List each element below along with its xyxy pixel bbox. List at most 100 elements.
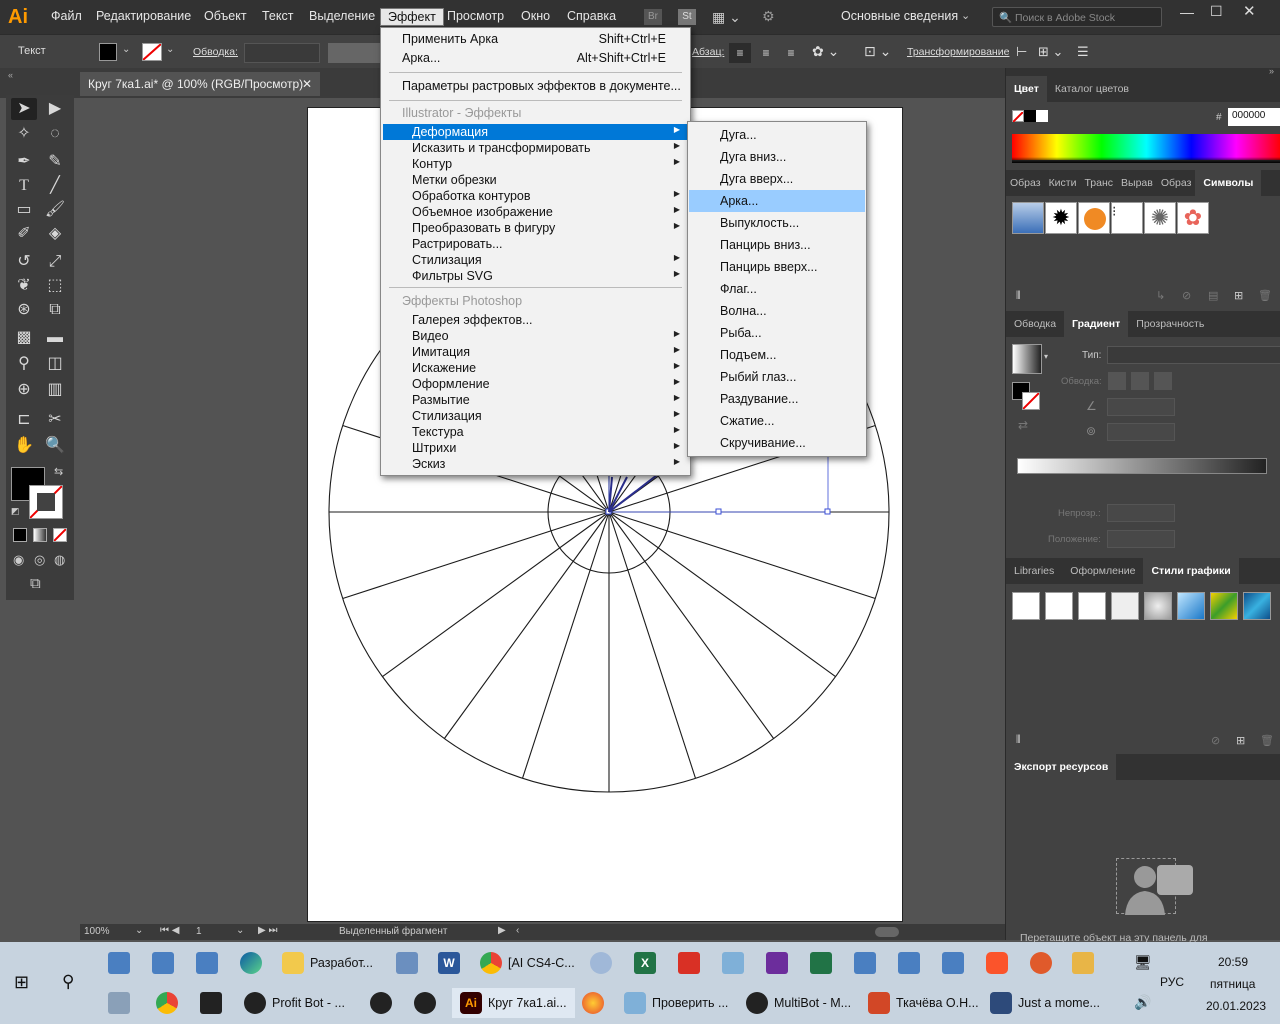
gpu-performance-icon[interactable]: ⚙ [762, 8, 784, 26]
paragraph-label[interactable]: Абзац: [692, 46, 724, 58]
bot-icon[interactable] [414, 992, 436, 1014]
scale-tool-icon[interactable]: ⤢ [42, 251, 68, 273]
powerpoint-icon[interactable] [868, 992, 890, 1014]
align-left-icon[interactable]: ≡ [729, 43, 751, 63]
arrange-documents-icon[interactable]: ▦ ⌄ [712, 9, 742, 25]
app-icon[interactable] [854, 952, 876, 974]
zoom-level[interactable]: 100% [84, 926, 110, 937]
tab-asset-export[interactable]: Экспорт ресурсов [1006, 754, 1117, 780]
stock-icon[interactable]: St [678, 9, 696, 25]
mesh-tool-icon[interactable]: ▩ [11, 327, 37, 349]
warp-menu-item[interactable]: Волна... [689, 300, 865, 322]
stroke-gradient-within-icon[interactable] [1108, 372, 1126, 390]
apply-last-effect[interactable]: Применить Арка [402, 32, 498, 46]
swap-colors-icon[interactable]: ⇆ [54, 465, 63, 478]
stroke-gradient-along-icon[interactable] [1131, 372, 1149, 390]
menu-select[interactable]: Выделение [309, 9, 375, 23]
warp-menu-item[interactable]: Подъем... [689, 344, 865, 366]
app-icon[interactable] [152, 952, 174, 974]
export-drop-target[interactable] [1116, 858, 1193, 915]
workspace-switcher[interactable]: Основные сведения [841, 9, 958, 23]
warp-menu-item[interactable]: Арка... [689, 190, 865, 212]
effect-menu-item[interactable]: Объемное изображение ▶ [383, 204, 688, 220]
hand-tool-icon[interactable]: ✋ [11, 435, 37, 457]
symbol-thumbnail[interactable] [1078, 202, 1110, 234]
graphic-style-thumbnail[interactable] [1243, 592, 1271, 620]
effect-menu-item[interactable]: Исказить и трансформировать ▶ [383, 140, 688, 156]
menu-effect[interactable]: Эффект [380, 8, 444, 26]
tab-gradient[interactable]: Градиент [1064, 311, 1129, 337]
variable-width-profile[interactable] [328, 43, 380, 63]
effect-menu-item[interactable]: Искажение ▶ [383, 360, 688, 376]
chevron-down-icon[interactable]: ▾ [1044, 352, 1048, 361]
perspective-grid-tool-icon[interactable]: ⧉ [42, 299, 68, 321]
break-link-icon[interactable]: ⊘ [1211, 734, 1220, 747]
excel-icon[interactable]: X [634, 952, 656, 974]
eyedropper-tool-icon[interactable]: ⚲ [11, 353, 37, 375]
illustrator-icon[interactable]: Ai [460, 992, 482, 1014]
bridge-icon[interactable]: Br [644, 9, 662, 25]
zoom-tool-icon[interactable]: 🔍 [42, 435, 68, 457]
menu-edit[interactable]: Редактирование [96, 9, 191, 23]
artboard-tool-icon[interactable]: ⊏ [11, 409, 37, 431]
taskbar-item[interactable]: Profit Bot - ... [272, 996, 345, 1010]
paintbrush-tool-icon[interactable]: 🖌 [42, 199, 68, 221]
symbol-libraries-icon[interactable]: ⫴ [1016, 290, 1021, 303]
stroke-swatch-none[interactable] [142, 43, 162, 61]
tab-symbols[interactable]: Символы [1195, 170, 1262, 196]
tab-graphic-styles[interactable]: Стили графики [1143, 558, 1239, 584]
taskbar-item[interactable]: MultiBot - M... [774, 996, 851, 1010]
clock-date[interactable]: 20.01.2023 [1206, 999, 1266, 1013]
bot-icon[interactable] [746, 992, 768, 1014]
gradient-mode-icon[interactable] [33, 528, 47, 542]
bot-icon[interactable] [370, 992, 392, 1014]
black-swatch[interactable] [1024, 110, 1036, 122]
menu-help[interactable]: Справка [567, 9, 616, 23]
tab-transparency[interactable]: Прозрачность [1128, 311, 1212, 337]
effect-menu-item[interactable]: Штрихи ▶ [383, 440, 688, 456]
new-graphic-style-icon[interactable]: ⊞ [1236, 734, 1245, 747]
effect-menu-item[interactable]: Стилизация ▶ [383, 252, 688, 268]
symbol-thumbnail[interactable]: ✺ [1144, 202, 1176, 234]
clock-weekday[interactable]: пятница [1210, 977, 1255, 991]
curvature-tool-icon[interactable]: ✎ [42, 151, 68, 173]
tab-stroke[interactable]: Обводка [1006, 311, 1064, 337]
effect-menu-item[interactable]: Фильтры SVG ▶ [383, 268, 688, 284]
scroll-left-icon[interactable]: ‹ [516, 925, 519, 936]
align-right-icon[interactable]: ≡ [780, 43, 802, 63]
trash-icon[interactable]: 🗑 [1260, 734, 1274, 747]
warp-menu-item[interactable]: Раздувание... [689, 388, 865, 410]
transform-link[interactable]: Трансформирование [907, 46, 1009, 58]
status-text[interactable]: Выделенный фрагмент [339, 926, 447, 937]
app-icon[interactable] [590, 952, 612, 974]
tab-patterns[interactable]: Образ [1006, 170, 1045, 196]
chevron-down-icon[interactable]: ⌄ [166, 44, 174, 55]
selection-tool-icon[interactable]: ➤ [11, 98, 37, 120]
stroke-gradient-across-icon[interactable] [1154, 372, 1172, 390]
app-icon[interactable] [990, 992, 1012, 1014]
chevron-down-icon[interactable]: ⌄ [961, 9, 970, 22]
none-mode-icon[interactable] [53, 528, 67, 542]
gradient-type-select[interactable] [1107, 346, 1280, 364]
warp-menu-item[interactable]: Панцирь вниз... [689, 234, 865, 256]
brave-icon[interactable] [986, 952, 1008, 974]
close-icon[interactable]: ✕ [1243, 2, 1256, 20]
taskbar-item[interactable]: Проверить ... [652, 996, 728, 1010]
tab-transform[interactable]: Транс [1080, 170, 1117, 196]
effect-menu-item[interactable]: Деформация ▶ [383, 124, 688, 140]
tab-appearance[interactable]: Оформление [1062, 558, 1143, 584]
draw-inside-icon[interactable]: ◍ [54, 552, 65, 568]
graphic-style-thumbnail[interactable] [1210, 592, 1238, 620]
type-tool-icon[interactable]: T [11, 175, 37, 197]
warp-menu-item[interactable]: Дуга вниз... [689, 146, 865, 168]
graphic-style-libraries-icon[interactable]: ⫴ [1016, 734, 1021, 747]
draw-behind-icon[interactable]: ◎ [34, 552, 45, 568]
effect-menu-item[interactable]: Эскиз ▶ [383, 456, 688, 472]
screen-mode-icon[interactable]: ⧉ [30, 575, 41, 592]
maximize-icon[interactable]: ☐ [1210, 3, 1223, 20]
graphic-style-thumbnail[interactable] [1045, 592, 1073, 620]
volume-icon[interactable]: 🔊 [1134, 994, 1151, 1011]
stroke-color-box[interactable] [29, 485, 63, 519]
document-tab[interactable]: Круг 7ка1.ai* @ 100% (RGB/Просмотр) ✕ [80, 72, 320, 96]
visual-studio-icon[interactable] [766, 952, 788, 974]
